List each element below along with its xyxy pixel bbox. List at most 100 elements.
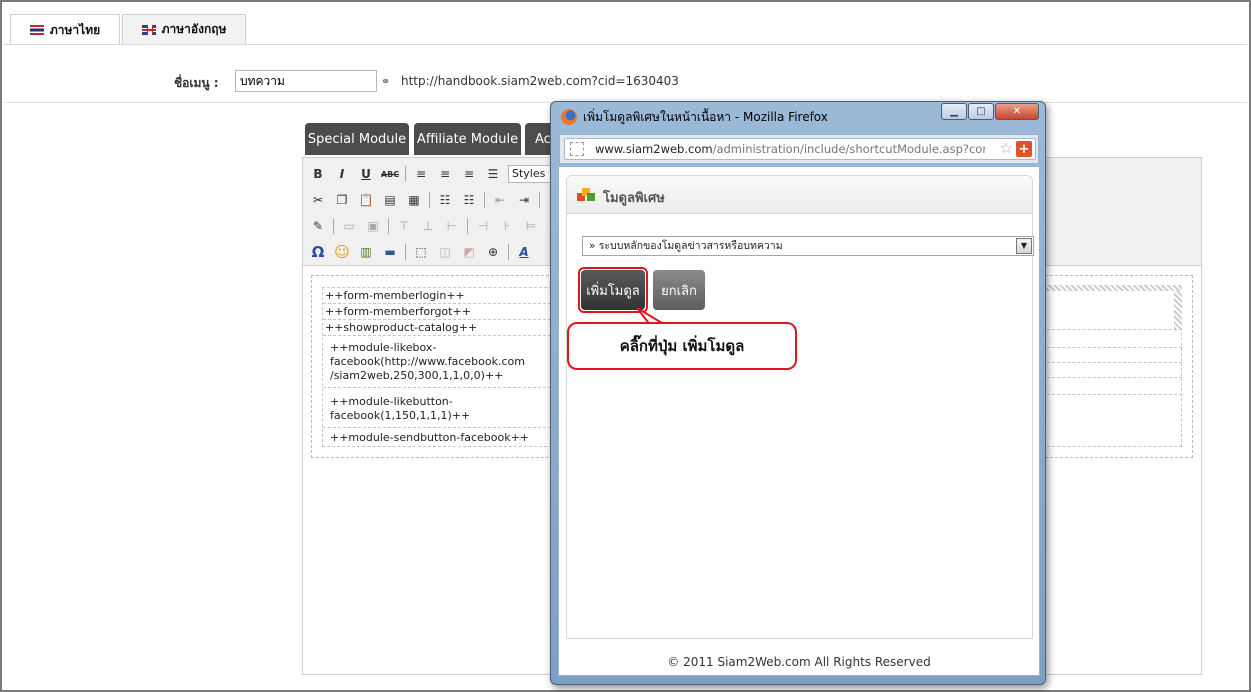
url-host: www.siam2web.com: [595, 142, 713, 156]
bold-icon[interactable]: B: [309, 165, 327, 183]
tab-thai-label: ภาษาไทย: [49, 22, 101, 37]
content-line: ++module-sendbutton-facebook++: [330, 431, 530, 444]
url-text: www.siam2web.com/administration/include/…: [595, 142, 985, 156]
special-module-panel: โมดูลพิเศษ » ระบบหลักของโมดูลข่าวสารหรือ…: [566, 175, 1034, 639]
address-bar: www.siam2web.com/administration/include/…: [559, 134, 1039, 164]
thai-flag-icon: [29, 25, 44, 35]
popup-content: โมดูลพิเศษ » ระบบหลักของโมดูลข่าวสารหรือ…: [558, 166, 1040, 676]
table-props-icon[interactable]: ▣: [364, 217, 382, 235]
indent-icon[interactable]: ⇥: [515, 191, 533, 209]
addon-plus-icon[interactable]: +: [1016, 141, 1032, 157]
close-icon[interactable]: ✕: [995, 103, 1039, 120]
panel-title: โมดูลพิเศษ: [603, 191, 665, 206]
content-table-right: [1042, 287, 1182, 447]
omega-icon[interactable]: Ω: [309, 243, 327, 261]
align-left-icon[interactable]: ≡: [412, 165, 430, 183]
page-frame: ภาษาไทย ภาษาอังกฤษ ชื่อเมนู : ⚭ http://h…: [0, 0, 1251, 692]
table-row-divider: [1042, 329, 1182, 330]
emoticon-icon[interactable]: ☺: [333, 243, 351, 261]
star-icon[interactable]: ☆: [1000, 139, 1013, 157]
content-divider: [323, 387, 551, 388]
content-line: ++showproduct-catalog++: [325, 321, 478, 334]
tab-thai[interactable]: ภาษาไทย: [10, 14, 120, 45]
tab-english-label: ภาษาอังกฤษ: [161, 22, 227, 36]
table-icon[interactable]: ▭: [340, 217, 358, 235]
cancel-button[interactable]: ยกเลิก: [653, 270, 705, 310]
tab-english[interactable]: ภาษาอังกฤษ: [122, 14, 246, 44]
copy-icon[interactable]: ❐: [333, 191, 351, 209]
page-icon: [570, 142, 584, 156]
content-line: ++module-likebutton-: [330, 395, 453, 408]
maximize-icon[interactable]: □: [968, 103, 994, 120]
table-row-divider: [1042, 377, 1182, 378]
underline-icon[interactable]: U: [357, 165, 375, 183]
add-module-button[interactable]: เพิ่มโมดูล: [581, 270, 645, 310]
numbered-list-icon[interactable]: ☷: [460, 191, 478, 209]
outdent-icon[interactable]: ⇤: [491, 191, 509, 209]
table-hatch-top: [1042, 285, 1182, 291]
menu-name-label: ชื่อเมนู :: [174, 76, 219, 90]
align-justify-icon[interactable]: ☰: [484, 165, 502, 183]
cubes-icon: [577, 188, 595, 201]
minimize-icon[interactable]: ▁: [941, 103, 967, 120]
table-row-divider: [1042, 394, 1182, 395]
col-before-icon[interactable]: ⊣: [474, 217, 492, 235]
toolbar-separator: [484, 192, 485, 208]
layer-back-icon[interactable]: ◫: [436, 243, 454, 261]
url-path: /administration/include/shortcutModule.a…: [712, 142, 985, 156]
menu-url[interactable]: http://handbook.siam2web.com?cid=1630403: [401, 74, 679, 88]
style-props-icon[interactable]: A: [515, 243, 533, 261]
insert-layer-icon[interactable]: ⊕: [484, 243, 502, 261]
content-divider: [323, 427, 551, 428]
edit-icon[interactable]: ✎: [309, 217, 327, 235]
layer-icon[interactable]: ⬚: [412, 243, 430, 261]
paste-icon[interactable]: 📋: [357, 191, 375, 209]
url-field[interactable]: www.siam2web.com/administration/include/…: [564, 138, 1036, 160]
cut-icon[interactable]: ✂: [309, 191, 327, 209]
italic-icon[interactable]: I: [333, 165, 351, 183]
content-divider: [323, 303, 551, 304]
toolbar-separator: [405, 166, 406, 182]
paste-text-icon[interactable]: ▤: [381, 191, 399, 209]
bullet-list-icon[interactable]: ☷: [436, 191, 454, 209]
link-icon: ⚭: [381, 75, 391, 88]
module-select-value: » ระบบหลักของโมดูลข่าวสารหรือบทความ: [589, 240, 783, 252]
instruction-callout: คลิ๊กที่ปุ่ม เพิ่มโมดูล: [567, 322, 797, 370]
tab-divider: [4, 44, 1247, 45]
popup-titlebar: เพิ่มโมดูลพิเศษในหน้าเนื้อหา - Mozilla F…: [561, 107, 828, 127]
content-line: ++form-memberforgot++: [325, 305, 471, 318]
paste-word-icon[interactable]: ▦: [405, 191, 423, 209]
content-divider: [323, 335, 551, 336]
popup-title: เพิ่มโมดูลพิเศษในหน้าเนื้อหา - Mozilla F…: [583, 109, 828, 124]
toolbar-separator: [508, 244, 509, 260]
table-hatch-side: [1174, 291, 1182, 329]
row-after-icon[interactable]: ⊥: [419, 217, 437, 235]
row-before-icon[interactable]: ⊤: [395, 217, 413, 235]
chevron-down-icon[interactable]: ▼: [1016, 238, 1032, 254]
strikethrough-icon[interactable]: ABC: [381, 165, 399, 183]
toolbar-separator: [405, 244, 406, 260]
module-select[interactable]: » ระบบหลักของโมดูลข่าวสารหรือบทความ ▼: [582, 236, 1034, 256]
content-line: ++module-likebox-: [330, 341, 437, 354]
content-line: ++form-memberlogin++: [325, 289, 465, 302]
content-divider: [323, 319, 551, 320]
content-line: facebook(http://www.facebook.com: [330, 355, 525, 368]
menu-name-input[interactable]: [235, 70, 377, 92]
align-right-icon[interactable]: ≡: [460, 165, 478, 183]
delete-row-icon[interactable]: ⊢: [443, 217, 461, 235]
align-center-icon[interactable]: ≡: [436, 165, 454, 183]
media-icon[interactable]: ▥: [357, 243, 375, 261]
affiliate-module-button[interactable]: Affiliate Module: [414, 123, 521, 155]
horizontal-rule-icon[interactable]: ▬: [381, 243, 399, 261]
window-controls: ▁ □ ✕: [941, 103, 1039, 120]
table-row-divider: [1042, 362, 1182, 363]
delete-col-icon[interactable]: ⊨: [522, 217, 540, 235]
layer-front-icon[interactable]: ◩: [460, 243, 478, 261]
uk-flag-icon: [141, 24, 156, 35]
special-module-button[interactable]: Special Module: [305, 123, 409, 155]
content-line: facebook(1,150,1,1,1)++: [330, 409, 471, 422]
toolbar-separator: [333, 218, 334, 234]
panel-header: โมดูลพิเศษ: [567, 176, 1032, 214]
firefox-icon: [561, 109, 577, 125]
col-after-icon[interactable]: ⊦: [498, 217, 516, 235]
